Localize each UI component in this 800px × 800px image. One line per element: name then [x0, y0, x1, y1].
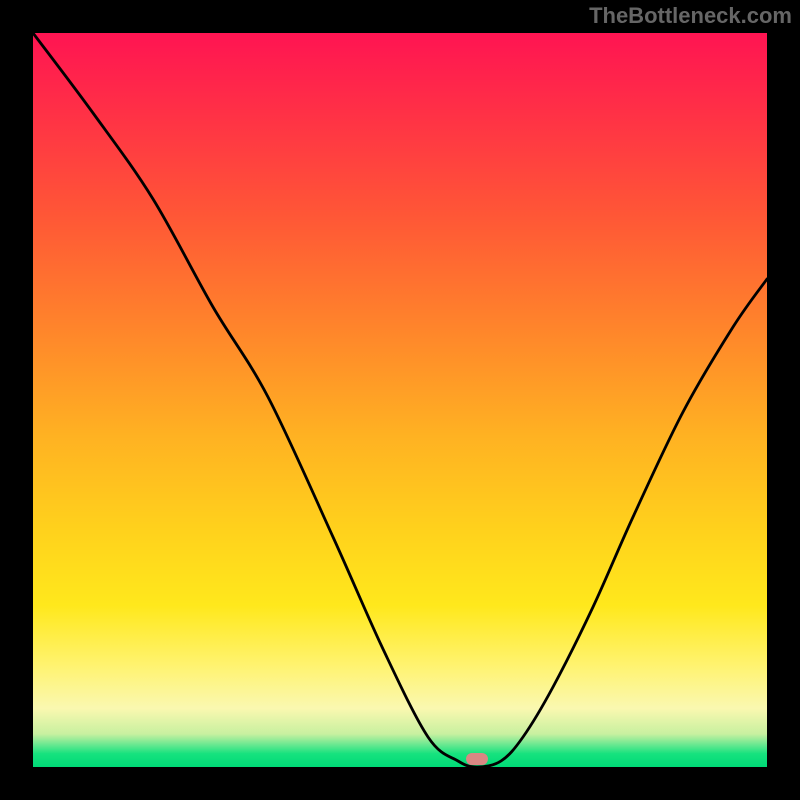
watermark-text: TheBottleneck.com	[589, 3, 792, 29]
chart-container: TheBottleneck.com	[0, 0, 800, 800]
plot-area	[33, 33, 767, 767]
curve-svg	[33, 33, 767, 767]
minimum-marker	[466, 753, 488, 765]
bottleneck-curve	[33, 33, 767, 767]
